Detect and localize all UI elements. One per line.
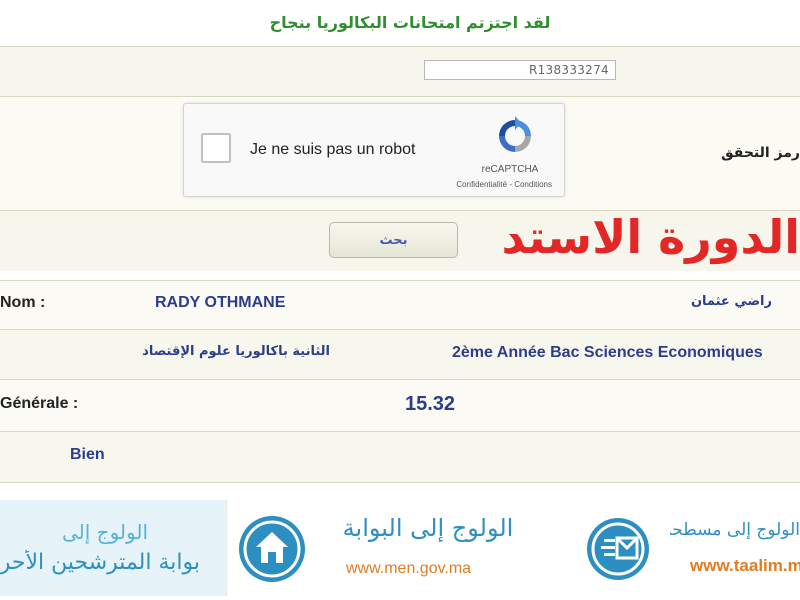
code-row [0,46,800,96]
name-fr-value: RADY OTHMANE [155,294,286,311]
search-button[interactable]: بحث [329,222,458,258]
mention-value: Bien [70,446,105,463]
banner-free-candidates-line2: بوابة المترشحين الأحرار [0,550,200,575]
banner-free-candidates[interactable] [0,500,226,596]
average-row [0,379,800,431]
mail-icon [587,518,649,580]
recaptcha-logo-icon [499,116,531,152]
banner-men-portal-line1: الولوج إلى البوابة [342,514,514,542]
recaptcha-label: Je ne suis pas un robot [250,141,416,158]
session-overlay-text: الدورة الاستدراكية [500,210,800,264]
verification-label: رمز التحقق : [720,145,800,161]
banner-men-portal-url[interactable]: www.men.gov.ma [346,560,471,578]
recaptcha-brand: reCAPTCHA [481,164,539,175]
branch-ar-value: الثانية باكالوريا علوم الإقتصاد [142,344,330,359]
average-value: 15.32 [405,393,456,415]
banner-taalim-line1: الولوج إلى مسطحة [670,520,800,540]
page-title: لقد اجتزتم امتحانات البكالوريا بنجاح [269,12,551,32]
branch-fr-value: 2ème Année Bac Sciences Economiques [452,344,763,361]
banner-taalim-url[interactable]: www.taalim.ma [690,556,800,576]
name-label: Nom : [0,294,46,311]
name-ar-value: راضي عثمان [690,294,772,309]
recaptcha-checkbox[interactable] [201,133,231,163]
recaptcha-links[interactable]: Confidentialité - Conditions [420,180,552,189]
home-icon [239,516,305,582]
average-label: Générale : [0,395,79,412]
candidate-code-input[interactable]: R138333274 [424,60,616,80]
mention-row [0,431,800,483]
banner-free-candidates-line1: الولوج إلى [62,520,148,544]
